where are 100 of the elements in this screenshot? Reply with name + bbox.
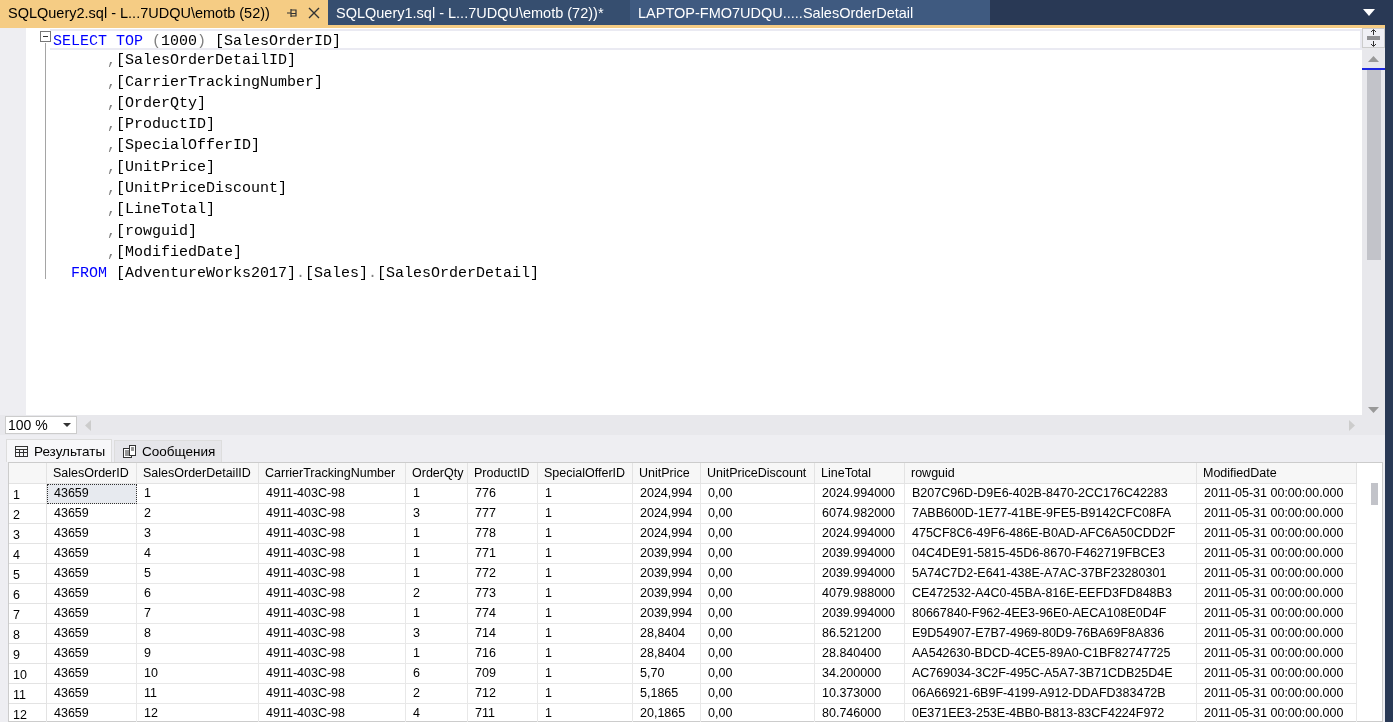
sql-keyword: FROM — [70, 265, 107, 283]
table-cell: 4911-403C-98 — [259, 664, 406, 684]
row-number[interactable]: 5 — [9, 564, 47, 584]
table-cell: 0,00 — [701, 684, 815, 704]
code-text: [SalesOrderID] — [214, 33, 342, 50]
row-number[interactable]: 4 — [9, 544, 47, 564]
code-text: [UnitPrice] — [116, 158, 216, 176]
table-cell: 4079.988000 — [815, 584, 905, 604]
table-cell: 43659 — [47, 484, 137, 504]
code-text: [Sales] — [305, 265, 369, 283]
code-text: , — [106, 158, 116, 176]
row-number[interactable]: 10 — [9, 664, 47, 684]
table-cell: 7ABB600D-1E77-41BE-9FE5-B9142CFC08FA — [905, 504, 1197, 524]
row-number[interactable]: 7 — [9, 604, 47, 624]
code-text: [ProductID] — [116, 116, 216, 134]
scroll-right-icon[interactable] — [1349, 419, 1355, 431]
scrollbar-thumb[interactable] — [1366, 70, 1381, 260]
table-cell: 2011-05-31 00:00:00.000 — [1197, 484, 1357, 504]
row-number[interactable]: 8 — [9, 624, 47, 644]
table-cell: 4911-403C-98 — [259, 584, 406, 604]
table-cell: 80.746000 — [815, 704, 905, 722]
column-header[interactable]: CarrierTrackingNumber — [259, 463, 406, 484]
scroll-left-icon[interactable] — [85, 419, 91, 431]
table-cell: 2 — [406, 684, 468, 704]
pin-icon[interactable] — [286, 6, 298, 19]
column-header[interactable]: LineTotal — [815, 463, 905, 484]
document-tab[interactable]: SQLQuery2.sql - L...7UDQU\emotb (52)) — [0, 0, 328, 25]
row-number[interactable]: 6 — [9, 584, 47, 604]
table-cell: 2011-05-31 00:00:00.000 — [1197, 544, 1357, 564]
table-cell: 1 — [538, 664, 633, 684]
column-header[interactable]: SalesOrderDetailID — [137, 463, 259, 484]
table-cell: 0,00 — [701, 524, 815, 544]
code-text: [UnitPriceDiscount] — [116, 180, 288, 198]
table-cell: AC769034-3C2F-495C-A5A7-3B71CDB25D4E — [905, 664, 1197, 684]
code-text: , — [106, 73, 116, 91]
collapse-icon[interactable] — [40, 31, 51, 42]
table-cell: 0,00 — [701, 564, 815, 584]
table-cell: 9 — [137, 644, 259, 664]
caret-icon — [63, 423, 71, 427]
table-cell: 0,00 — [701, 544, 815, 564]
table-cell: 2011-05-31 00:00:00.000 — [1197, 644, 1357, 664]
code-text: [OrderQty] — [116, 94, 207, 112]
table-cell: 2011-05-31 00:00:00.000 — [1197, 704, 1357, 722]
table-cell: 1 — [538, 524, 633, 544]
scroll-up-icon[interactable] — [1368, 56, 1379, 62]
row-number[interactable]: 11 — [9, 684, 47, 704]
table-cell: 1 — [406, 644, 468, 664]
table-cell: 28,8404 — [633, 624, 701, 644]
table-cell: 2039,994 — [633, 544, 701, 564]
table-cell: 8 — [137, 624, 259, 644]
scrollbar-thumb[interactable] — [1370, 483, 1378, 505]
column-header[interactable]: UnitPrice — [633, 463, 701, 484]
table-cell: 1 — [538, 684, 633, 704]
column-header[interactable]: UnitPriceDiscount — [701, 463, 815, 484]
table-cell: 20,1865 — [633, 704, 701, 722]
split-icon[interactable] — [1362, 28, 1385, 48]
table-cell: 43659 — [47, 584, 137, 604]
table-cell: 0,00 — [701, 484, 815, 504]
results-tab[interactable]: Результаты — [6, 439, 113, 462]
row-number[interactable]: 2 — [9, 504, 47, 524]
code-text: , — [106, 201, 116, 219]
table-cell: 4911-403C-98 — [259, 704, 406, 722]
code-text: , — [106, 243, 116, 261]
table-cell: 43659 — [47, 504, 137, 524]
code-text: [ModifiedDate] — [116, 243, 243, 261]
table-cell: 4911-403C-98 — [259, 684, 406, 704]
results-tab[interactable]: Сообщения — [114, 440, 223, 462]
column-header[interactable]: OrderQty — [406, 463, 468, 484]
table-cell: 2039.994000 — [815, 544, 905, 564]
sql-keyword: TOP — [115, 33, 144, 50]
table-cell: 3 — [406, 624, 468, 644]
table-cell: 772 — [468, 564, 538, 584]
dropdown-arrow-icon[interactable] — [1363, 9, 1375, 16]
code-text: [CarrierTrackingNumber] — [116, 73, 324, 91]
document-tab[interactable]: LAPTOP-FMO7UDQU.....SalesOrderDetail — [630, 0, 990, 25]
table-cell: 4911-403C-98 — [259, 564, 406, 584]
row-number[interactable]: 3 — [9, 524, 47, 544]
table-cell: 12 — [137, 704, 259, 722]
table-cell: 3 — [406, 504, 468, 524]
column-header[interactable]: rowguid — [905, 463, 1197, 484]
document-tab[interactable]: SQLQuery1.sql - L...7UDQU\emotb (72))* — [328, 0, 630, 25]
table-cell: 1 — [406, 564, 468, 584]
column-header[interactable]: ModifiedDate — [1197, 463, 1357, 484]
column-header[interactable]: SpecialOfferID — [538, 463, 633, 484]
row-number[interactable]: 9 — [9, 644, 47, 664]
table-cell: 43659 — [47, 664, 137, 684]
zoom-dropdown[interactable]: 100 % — [5, 416, 77, 434]
column-header[interactable]: SalesOrderID — [47, 463, 137, 484]
table-cell: B207C96D-D9E6-402B-8470-2CC176C42283 — [905, 484, 1197, 504]
code-text: [AdventureWorks2017] — [115, 265, 297, 283]
row-number[interactable]: 12 — [9, 704, 47, 722]
table-cell: 86.521200 — [815, 624, 905, 644]
table-cell: 2039,994 — [633, 584, 701, 604]
column-header[interactable]: ProductID — [468, 463, 538, 484]
code-text: [rowguid] — [116, 222, 198, 240]
table-cell: 1 — [538, 584, 633, 604]
scroll-down-icon[interactable] — [1368, 407, 1379, 413]
table-cell: 4911-403C-98 — [259, 604, 406, 624]
table-cell: 43659 — [47, 644, 137, 664]
close-icon[interactable] — [308, 6, 320, 19]
